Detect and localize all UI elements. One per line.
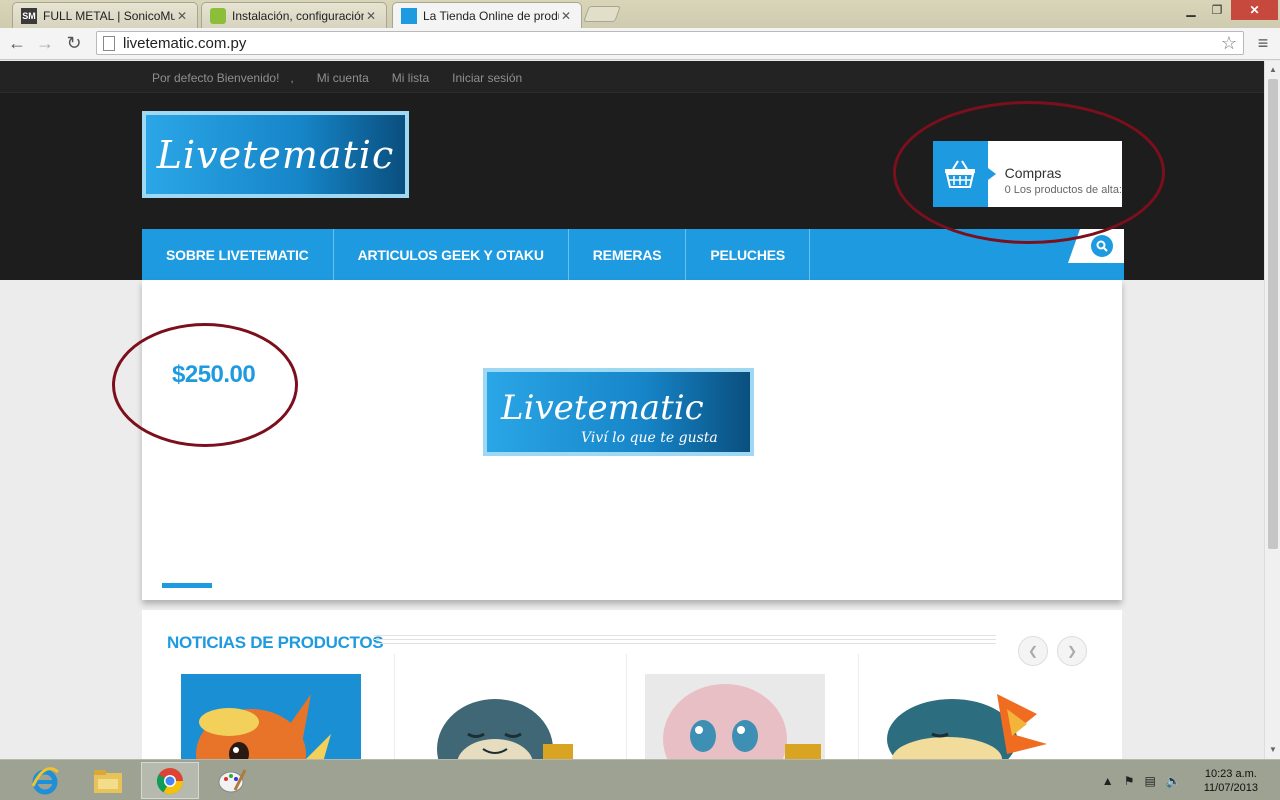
search-icon xyxy=(1091,235,1113,257)
product-image-mew-plush[interactable] xyxy=(645,674,825,759)
tab-title: FULL METAL | SonicoMusic xyxy=(43,8,175,23)
paint-icon[interactable] xyxy=(203,762,261,799)
title-decoration xyxy=(374,635,996,647)
section-title: NOTICIAS DE PRODUCTOS xyxy=(167,633,384,652)
scroll-up-icon[interactable]: ▲ xyxy=(1267,64,1279,76)
tab-title: La Tienda Online de produ xyxy=(423,8,559,23)
slide-logo-image: Livetematic Viví lo que te gusta xyxy=(483,368,754,456)
chrome-icon[interactable] xyxy=(141,762,199,799)
nav-remeras[interactable]: REMERAS xyxy=(569,229,687,280)
product-news-section: NOTICIAS DE PRODUCTOS ❮ ❯ xyxy=(142,610,1122,759)
clock[interactable]: 10:23 a.m. 11/07/2013 xyxy=(1204,767,1258,795)
scroll-thumb[interactable] xyxy=(1268,79,1278,549)
hero-slider[interactable]: $250.00 Livetematic Viví lo que te gusta xyxy=(142,280,1122,600)
browser-tab-1[interactable]: SM FULL METAL | SonicoMusic ✕ xyxy=(12,2,198,28)
product-image-cyndaquil-plush[interactable] xyxy=(877,674,1057,759)
chrome-menu-icon[interactable]: ≡ xyxy=(1252,32,1274,54)
main-nav: SOBRE LIVETEMATIC ARTICULOS GEEK Y OTAKU… xyxy=(142,229,1124,280)
internet-explorer-icon[interactable] xyxy=(16,762,74,799)
separator: , xyxy=(290,71,294,85)
bookmark-star-icon[interactable]: ☆ xyxy=(1221,33,1237,54)
restore-icon[interactable]: ❐ xyxy=(1204,0,1230,20)
page-scrollbar[interactable]: ▲ ▼ xyxy=(1264,61,1280,759)
product-image-flareon-plush[interactable] xyxy=(181,674,361,759)
browser-toolbar: ← → ↻ livetematic.com.py ☆ ≡ xyxy=(0,28,1280,60)
sonicomusic-favicon-icon: SM xyxy=(21,7,37,24)
reload-icon[interactable]: ↻ xyxy=(63,32,85,54)
carousel-next-button[interactable]: ❯ xyxy=(1057,636,1087,666)
nav-sobre-livetematic[interactable]: SOBRE LIVETEMATIC xyxy=(142,229,334,280)
file-explorer-icon[interactable] xyxy=(79,762,137,799)
shopping-basket-icon xyxy=(933,141,996,207)
site-logo[interactable]: Livetematic xyxy=(142,111,409,198)
show-hidden-icons-icon[interactable]: ▲ xyxy=(1102,774,1114,788)
tab-title: Instalación, configuración xyxy=(232,8,364,23)
slide-price: $250.00 xyxy=(172,361,256,388)
network-icon[interactable]: ▤ xyxy=(1144,774,1155,788)
divider xyxy=(394,654,395,759)
clock-date: 11/07/2013 xyxy=(1203,781,1258,794)
address-bar[interactable]: livetematic.com.py ☆ xyxy=(96,31,1244,55)
windows-taskbar: ▲ ⚑ ▤ 🔈 10:23 a.m. 11/07/2013 xyxy=(0,759,1280,800)
slide-logo-text: Livetematic xyxy=(501,388,704,428)
volume-icon[interactable]: 🔈 xyxy=(1166,774,1181,788)
forward-icon[interactable]: → xyxy=(34,32,56,54)
window-close-icon[interactable]: ✕ xyxy=(1231,0,1278,20)
browser-tab-2[interactable]: Instalación, configuración ✕ xyxy=(201,2,387,28)
carousel-prev-button[interactable]: ❮ xyxy=(1018,636,1048,666)
scroll-down-icon[interactable]: ▼ xyxy=(1267,744,1279,756)
android-favicon-icon xyxy=(210,7,226,24)
url-text: livetematic.com.py xyxy=(123,34,247,52)
clock-time: 10:23 a.m. xyxy=(1204,767,1257,780)
welcome-text: Por defecto Bienvenido! xyxy=(152,71,280,85)
site-topbar: Por defecto Bienvenido! , Mi cuenta Mi l… xyxy=(0,61,1264,93)
page-icon xyxy=(103,35,115,51)
browser-tab-strip: SM FULL METAL | SonicoMusic ✕ Instalació… xyxy=(0,0,1280,28)
slide-progress-indicator[interactable] xyxy=(162,583,212,588)
slide-tagline: Viví lo que te gusta xyxy=(581,430,718,446)
my-wishlist-link[interactable]: Mi lista xyxy=(392,71,429,85)
close-icon[interactable]: ✕ xyxy=(559,9,573,23)
cart-widget[interactable]: Compras 0 Los productos de alta: xyxy=(933,141,1122,207)
browser-tab-3[interactable]: La Tienda Online de produ ✕ xyxy=(392,2,582,28)
minimize-icon[interactable]: ▁ xyxy=(1178,0,1204,20)
divider xyxy=(858,654,859,759)
livetematic-favicon-icon xyxy=(401,7,417,24)
close-icon[interactable]: ✕ xyxy=(364,9,378,23)
nav-articulos-geek[interactable]: ARTICULOS GEEK Y OTAKU xyxy=(334,229,569,280)
my-account-link[interactable]: Mi cuenta xyxy=(317,71,369,85)
nav-peluches[interactable]: PELUCHES xyxy=(686,229,811,280)
action-center-icon[interactable]: ⚑ xyxy=(1124,774,1135,788)
logo-text: Livetematic xyxy=(156,132,395,177)
product-image-snorlax-plush[interactable] xyxy=(413,674,593,759)
cart-subtitle: 0 Los productos de alta: xyxy=(1004,184,1122,196)
system-tray: ▲ ⚑ ▤ 🔈 10:23 a.m. 11/07/2013 xyxy=(1097,760,1280,800)
close-icon[interactable]: ✕ xyxy=(175,9,189,23)
page-viewport: Por defecto Bienvenido! , Mi cuenta Mi l… xyxy=(0,61,1264,759)
divider xyxy=(626,654,627,759)
login-link[interactable]: Iniciar sesión xyxy=(452,71,522,85)
search-button[interactable] xyxy=(1068,229,1124,263)
new-tab-button[interactable] xyxy=(583,6,621,22)
cart-title: Compras xyxy=(1004,165,1062,181)
back-icon[interactable]: ← xyxy=(6,32,28,54)
